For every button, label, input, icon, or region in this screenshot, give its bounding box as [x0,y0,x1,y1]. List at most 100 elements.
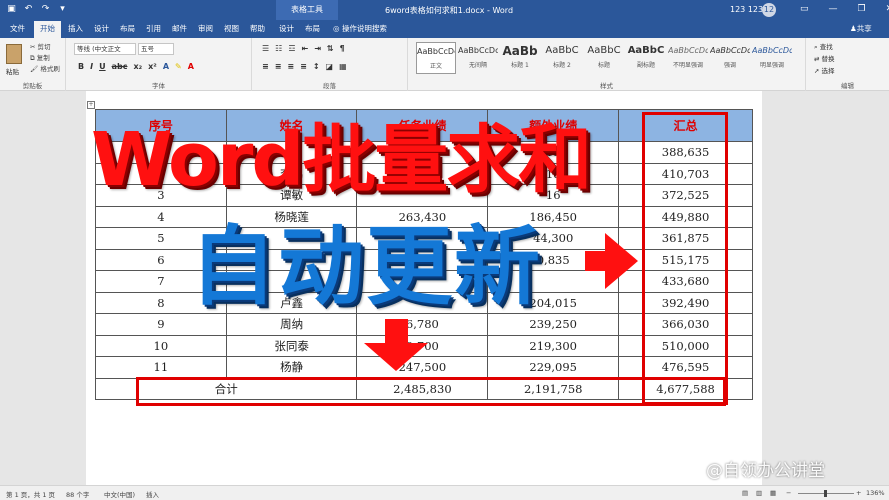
subscript-icon[interactable]: x₂ [133,62,142,71]
tab-table-layout[interactable]: 布局 [305,23,320,34]
increase-indent-icon[interactable]: ⇥ [314,44,321,53]
styles-group: AaBbCcDc 正文 AaBbCcDc 无间隔 AaBb 标题 1 AaBbC… [408,38,806,91]
style-no-spacing[interactable]: AaBbCcDc 无间隔 [458,42,498,74]
tab-home[interactable]: 开始 [34,21,61,38]
lightbulb-icon: ◎ [333,24,342,33]
replace-button[interactable]: ⇄ 替换 [814,53,835,65]
copy-icon: ⧉ [30,54,37,62]
web-layout-icon[interactable]: ▦ [770,489,776,497]
tab-review[interactable]: 审阅 [198,23,213,34]
copy-button[interactable]: ⧉ 复制 [30,53,60,64]
avatar[interactable]: 12 [762,3,776,17]
underline-icon[interactable]: U [99,62,106,71]
save-icon[interactable]: ▣ [6,4,17,15]
paragraph-group: ☰ ☷ ☲ ⇤ ⇥ ⇅ ¶ ≡ ≡ ≡ ≡ ↕ ◪ ▦ 段落 [252,38,408,91]
align-right-icon[interactable]: ≡ [287,62,294,71]
person-icon: ♟ [850,24,857,33]
shading-icon[interactable]: ◪ [326,62,334,71]
print-layout-icon[interactable]: ▥ [756,489,762,497]
text-effects-icon[interactable]: A [163,62,169,71]
font-name-dropdown[interactable]: 等线 (中文正文 [74,43,136,55]
zoom-level[interactable]: 136% [866,489,885,497]
word-window: ▣ ↶ ↷ ▾ 表格工具 6word表格如何求和1.docx - Word 12… [0,0,889,500]
ribbon: 粘贴 ✂ 剪切 ⧉ 复制 🖌 格式刷 剪贴板 等线 (中文正文 五号 B I U… [0,38,889,91]
user-name[interactable]: 123 123 [730,5,763,14]
status-bar: 第 1 页，共 1 页 88 个字 中文(中国) 插入 ▤ ▥ ▦ − + 13… [0,485,889,500]
style-normal[interactable]: AaBbCcDc 正文 [416,42,456,74]
tab-view[interactable]: 视图 [224,23,239,34]
ribbon-tab-row: 文件 开始 插入 设计 布局 引用 邮件 审阅 视图 帮助 设计 布局 ◎ 操作… [0,20,889,38]
customize-qat-icon[interactable]: ▾ [57,4,68,15]
select-button[interactable]: ➚ 选择 [814,65,835,77]
decrease-indent-icon[interactable]: ⇤ [302,44,309,53]
tab-design[interactable]: 设计 [94,23,109,34]
redo-icon[interactable]: ↷ [40,4,51,15]
show-marks-icon[interactable]: ¶ [340,44,345,53]
down-arrow-icon [364,319,428,371]
title-bar: ▣ ↶ ↷ ▾ 表格工具 6word表格如何求和1.docx - Word 12… [0,0,889,20]
style-title[interactable]: AaBbC 标题 [584,42,624,74]
font-group: 等线 (中文正文 五号 B I U abc x₂ x² A ✎ A 字体 [66,38,252,91]
minimize-icon[interactable]: — [829,4,838,14]
paste-icon[interactable] [6,44,22,64]
close-icon[interactable]: ✕ [886,4,889,14]
tab-file[interactable]: 文件 [10,23,25,34]
font-color-icon[interactable]: A [188,62,194,71]
style-intense-emphasis[interactable]: AaBbCcDc 明显强调 [752,42,792,74]
zoom-out-icon[interactable]: − [786,489,791,497]
page-count[interactable]: 第 1 页，共 1 页 [6,489,55,499]
ribbon-display-icon[interactable]: ▭ [800,4,809,14]
styles-group-label: 样式 [600,82,613,90]
tab-layout[interactable]: 布局 [120,23,135,34]
line-spacing-icon[interactable]: ↕ [313,62,320,71]
read-mode-icon[interactable]: ▤ [742,489,748,497]
style-subtle-emphasis[interactable]: AaBbCcDc 不明显强调 [668,42,708,74]
strikethrough-icon[interactable]: abc [112,62,128,71]
numbering-icon[interactable]: ☷ [275,44,282,53]
zoom-slider-thumb[interactable] [824,490,827,497]
tab-mailings[interactable]: 邮件 [172,23,187,34]
overlay-title-line1: Word批量求和 [91,117,592,203]
font-size-dropdown[interactable]: 五号 [138,43,174,55]
clipboard-group: 粘贴 ✂ 剪切 ⧉ 复制 🖌 格式刷 剪贴板 [0,38,66,91]
style-heading-1[interactable]: AaBb 标题 1 [500,42,540,74]
style-emphasis[interactable]: AaBbCcDc 强调 [710,42,750,74]
clipboard-group-label: 剪贴板 [22,82,43,90]
share-button[interactable]: ♟共享 [850,23,872,34]
language[interactable]: 中文(中国) [104,489,135,499]
right-arrow-icon [585,233,638,289]
align-center-icon[interactable]: ≡ [275,62,282,71]
find-button[interactable]: ⌕ 查找 [814,41,835,53]
quick-access-toolbar: ▣ ↶ ↷ ▾ [6,4,68,15]
italic-icon[interactable]: I [90,62,93,71]
tab-references[interactable]: 引用 [146,23,161,34]
paste-button[interactable]: 粘贴 [6,66,19,76]
bullets-icon[interactable]: ☰ [262,44,269,53]
editing-group-label: 编辑 [841,82,854,90]
word-count[interactable]: 88 个字 [66,489,89,499]
multilevel-list-icon[interactable]: ☲ [288,44,295,53]
highlight-icon[interactable]: ✎ [175,62,182,71]
insert-mode[interactable]: 插入 [146,489,159,499]
window-controls: ▭ — ❐ ✕ [800,4,889,14]
borders-icon[interactable]: ▦ [339,62,347,71]
undo-icon[interactable]: ↶ [23,4,34,15]
style-subtitle[interactable]: AaBbC 副标题 [626,42,666,74]
cut-button[interactable]: ✂ 剪切 [30,42,60,53]
superscript-icon[interactable]: x² [148,62,157,71]
tab-help[interactable]: 帮助 [250,23,265,34]
tab-insert[interactable]: 插入 [68,23,83,34]
align-left-icon[interactable]: ≡ [262,62,269,71]
zoom-in-icon[interactable]: + [856,489,861,497]
tab-table-design[interactable]: 设计 [279,23,294,34]
style-heading-2[interactable]: AaBbC 标题 2 [542,42,582,74]
tell-me-search[interactable]: ◎ 操作说明搜索 [333,23,387,34]
format-painter-button[interactable]: 🖌 格式刷 [30,64,60,75]
restore-icon[interactable]: ❐ [858,4,866,14]
font-group-label: 字体 [152,82,165,90]
scissors-icon: ✂ [30,43,38,51]
justify-icon[interactable]: ≡ [300,62,307,71]
bold-icon[interactable]: B [78,62,84,71]
table-tools-context-label: 表格工具 [276,0,338,20]
sort-icon[interactable]: ⇅ [327,44,334,53]
